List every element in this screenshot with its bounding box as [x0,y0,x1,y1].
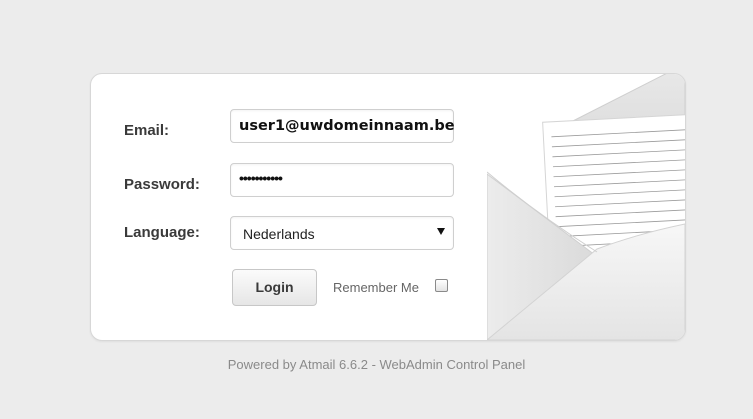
remember-me-label: Remember Me [333,280,419,295]
language-selected-value: Nederlands [243,226,315,242]
password-value: ••••••••••• [239,170,283,186]
email-value: user1@uwdomeinnaam.be [239,118,455,134]
email-label: Email: [124,122,170,139]
caret-down-icon [437,228,445,235]
login-button[interactable]: Login [232,269,317,306]
remember-me-checkbox[interactable] [435,279,448,292]
email-field[interactable]: user1@uwdomeinnaam.be [230,109,455,143]
footer-powered-by: Powered by Atmail 6.6.2 - WebAdmin Contr… [227,357,526,372]
envelope-letter-icon [487,74,685,340]
language-label: Language: [124,224,200,241]
login-panel: Email: user1@uwdomeinnaam.be Password: •… [90,73,686,341]
password-field[interactable]: ••••••••••• [230,163,454,197]
language-select[interactable]: Nederlands [230,216,454,250]
password-label: Password: [124,176,200,193]
